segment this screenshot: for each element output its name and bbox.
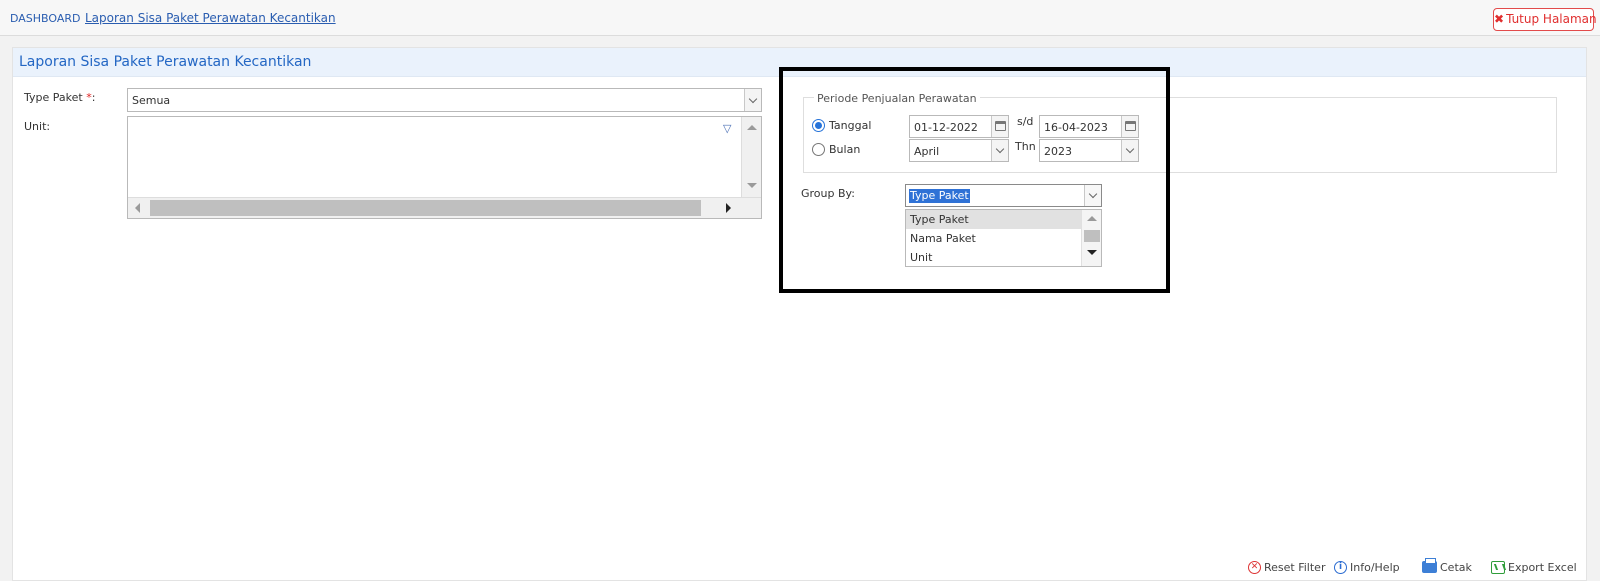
type-paket-select[interactable]: Semua — [127, 88, 762, 112]
top-bar: DASHBOARD Laporan Sisa Paket Perawatan K… — [0, 0, 1600, 36]
type-paket-value: Semua — [132, 94, 171, 107]
bulan-year-value: 2023 — [1044, 145, 1072, 158]
print-button[interactable]: Cetak — [1422, 558, 1472, 575]
info-help-button[interactable]: i Info/Help — [1334, 559, 1400, 575]
close-icon: ✖ — [1494, 12, 1505, 26]
breadcrumb-current-link[interactable]: Laporan Sisa Paket Perawatan Kecantikan — [85, 11, 336, 25]
close-page-button[interactable]: ✖ Tutup Halaman — [1493, 8, 1597, 31]
group-by-option-type-paket[interactable]: Type Paket — [906, 210, 1081, 229]
excel-icon — [1491, 560, 1505, 574]
close-page-label: Tutup Halaman — [1506, 12, 1597, 26]
bulan-label: Bulan — [829, 143, 861, 156]
tanggal-to-value: 16-04-2023 — [1044, 121, 1108, 134]
bulan-month-value: April — [914, 145, 940, 158]
scroll-left-icon[interactable] — [135, 203, 140, 213]
breadcrumb-dashboard-link[interactable]: DASHBOARD — [10, 12, 81, 25]
calendar-icon[interactable] — [991, 116, 1008, 137]
calendar-icon[interactable] — [1121, 116, 1138, 137]
scroll-right-icon[interactable] — [726, 203, 731, 213]
group-by-dropdown: Type Paket Nama Paket Unit — [905, 209, 1102, 267]
reset-icon: ✕ — [1248, 560, 1261, 574]
tanggal-label: Tanggal — [829, 119, 872, 132]
group-by-option-nama-paket[interactable]: Nama Paket — [906, 229, 1081, 248]
type-paket-label: Type Paket *: — [24, 91, 95, 104]
reset-filter-label: Reset Filter — [1264, 560, 1326, 574]
reset-filter-button[interactable]: ✕ Reset Filter — [1248, 559, 1325, 575]
scroll-up-icon[interactable] — [747, 125, 757, 130]
scroll-thumb[interactable] — [1084, 230, 1100, 242]
type-paket-label-text: Type Paket — [24, 91, 83, 104]
panel-title: Laporan Sisa Paket Perawatan Kecantikan — [19, 54, 312, 70]
unit-listbox[interactable]: ▽ — [127, 116, 762, 219]
export-excel-label: Export Excel — [1508, 560, 1577, 574]
bulan-month-select[interactable]: April — [909, 139, 1009, 162]
type-paket-colon: : — [91, 91, 96, 104]
scroll-thumb[interactable] — [150, 200, 701, 216]
bulan-radio[interactable] — [812, 143, 825, 156]
export-excel-button[interactable]: Export Excel — [1491, 559, 1577, 575]
info-icon: i — [1334, 560, 1347, 574]
group-by-label: Group By: — [801, 187, 855, 200]
unit-label: Unit: — [24, 120, 51, 133]
tanggal-to-input[interactable]: 16-04-2023 — [1039, 115, 1139, 138]
bulan-year-select[interactable]: 2023 — [1039, 139, 1139, 162]
chevron-down-icon[interactable] — [991, 140, 1008, 161]
unit-horizontal-scrollbar[interactable] — [128, 197, 761, 218]
chevron-down-icon[interactable] — [1084, 185, 1101, 206]
group-by-scrollbar[interactable] — [1081, 210, 1101, 266]
group-by-option-unit[interactable]: Unit — [906, 248, 1081, 267]
scroll-down-icon[interactable] — [747, 183, 757, 188]
chevron-down-icon[interactable] — [744, 89, 761, 111]
tanggal-radio[interactable] — [812, 119, 825, 132]
tanggal-from-value: 01-12-2022 — [914, 121, 978, 134]
filter-icon[interactable]: ▽ — [723, 122, 731, 135]
periode-legend: Periode Penjualan Perawatan — [814, 92, 980, 105]
scroll-up-icon[interactable] — [1087, 216, 1097, 221]
group-by-value: Type Paket — [909, 189, 970, 203]
print-label: Cetak — [1440, 560, 1472, 574]
sd-label: s/d — [1017, 115, 1034, 128]
unit-vertical-scrollbar[interactable] — [741, 117, 761, 197]
chevron-down-icon[interactable] — [1121, 140, 1138, 161]
thn-label: Thn — [1015, 140, 1036, 153]
tanggal-from-input[interactable]: 01-12-2022 — [909, 115, 1009, 138]
scroll-down-icon[interactable] — [1087, 250, 1097, 255]
panel-header: Laporan Sisa Paket Perawatan Kecantikan — [13, 48, 1586, 77]
printer-icon — [1422, 558, 1437, 573]
group-by-input[interactable]: Type Paket — [905, 184, 1102, 207]
info-help-label: Info/Help — [1350, 560, 1400, 574]
